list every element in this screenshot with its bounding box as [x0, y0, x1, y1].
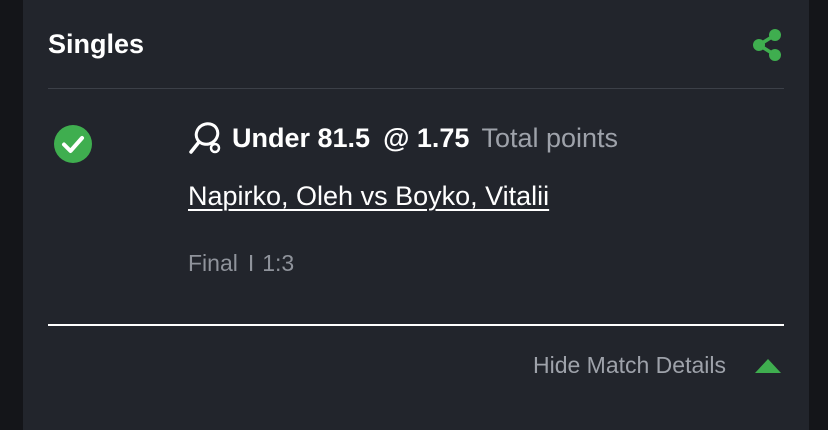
match-score: 1:3 [262, 250, 295, 276]
card-header: Singles [48, 0, 784, 89]
bet-market: Total points [481, 122, 619, 153]
status-label: Final [188, 250, 238, 276]
table-tennis-icon [189, 122, 221, 154]
bet-card: Singles Under 81.5 @ 1.75 Total points N… [23, 0, 809, 430]
bet-odds: @ 1.75 [383, 122, 470, 153]
card-title: Singles [48, 29, 145, 59]
toggle-label: Hide Match Details [532, 352, 726, 378]
match-status: Final I 1:3 [188, 250, 294, 277]
bet-selection: Under 81.5 [232, 122, 371, 153]
status-separator: I [247, 250, 255, 276]
share-icon[interactable] [750, 28, 784, 62]
bet-selection-line: Under 81.5 @ 1.75 Total points [188, 118, 618, 158]
details-divider [48, 324, 784, 326]
triangle-up-icon [755, 358, 781, 373]
check-circle-icon [54, 125, 92, 163]
hide-match-details-button[interactable]: Hide Match Details [533, 352, 782, 379]
match-link[interactable]: Napirko, Oleh vs Boyko, Vitalii [188, 181, 549, 212]
